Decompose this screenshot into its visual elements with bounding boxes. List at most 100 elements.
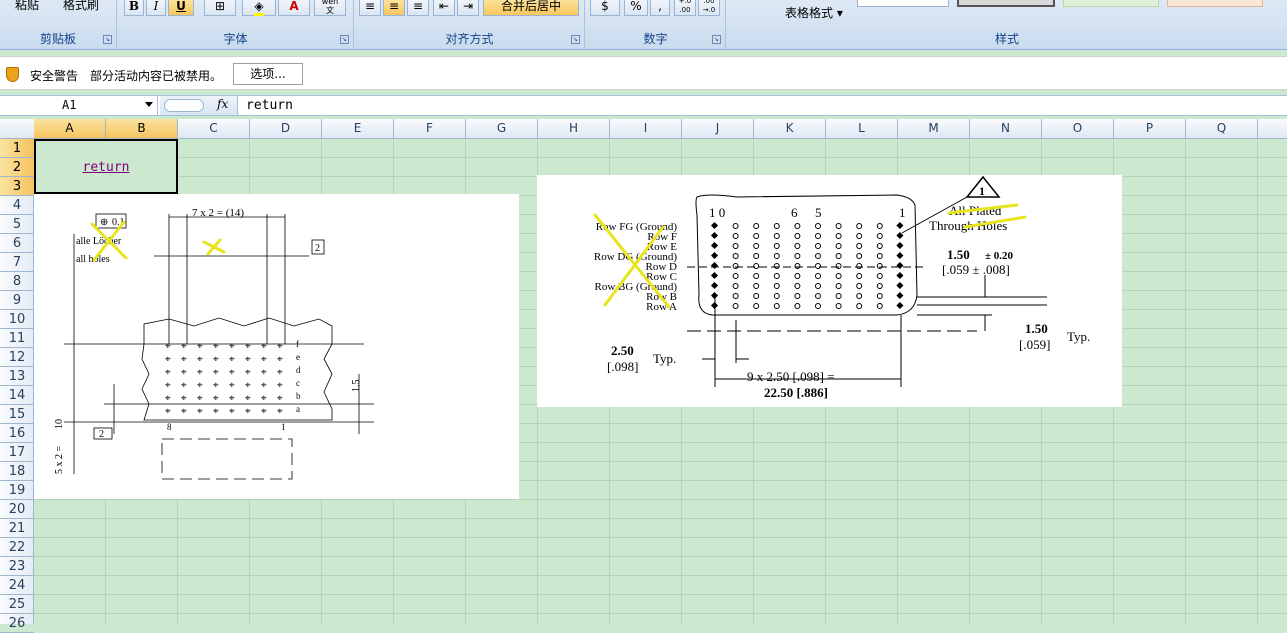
formula-input[interactable]: return	[246, 96, 293, 115]
row-header-10[interactable]: 10	[0, 310, 34, 329]
options-button[interactable]: 选项...	[233, 63, 303, 85]
row-header-14[interactable]: 14	[0, 386, 34, 405]
italic-button[interactable]: I	[146, 0, 166, 16]
column-header-M[interactable]: M	[898, 119, 970, 138]
style-swatch-normal[interactable]	[857, 0, 949, 7]
row-header-2[interactable]: 2	[0, 158, 34, 177]
border-button[interactable]: ⊞	[204, 0, 236, 16]
pin-hole: ⌖	[277, 367, 283, 378]
column-header-Q[interactable]: Q	[1186, 119, 1258, 138]
row-header-13[interactable]: 13	[0, 367, 34, 386]
phonetic-button[interactable]: wén 文	[314, 0, 346, 16]
align-center-icon: ≡	[388, 0, 400, 13]
cell-a1-hyperlink[interactable]: return	[83, 160, 130, 175]
row-header-7[interactable]: 7	[0, 253, 34, 272]
row-header-18[interactable]: 18	[0, 462, 34, 481]
column-header-D[interactable]: D	[250, 119, 322, 138]
column-header-L[interactable]: L	[826, 119, 898, 138]
row-header-9[interactable]: 9	[0, 291, 34, 310]
font-color-button[interactable]: A	[278, 0, 310, 16]
currency-button[interactable]: $	[590, 0, 620, 16]
percent-button[interactable]: %	[624, 0, 648, 16]
row-header-17[interactable]: 17	[0, 443, 34, 462]
row-header-19[interactable]: 19	[0, 481, 34, 500]
alignment-launcher-icon[interactable]: ↘	[571, 35, 580, 44]
dim-2-50-typ: Typ.	[653, 351, 676, 366]
style-swatch-check[interactable]	[957, 0, 1055, 7]
paste-button[interactable]: 粘贴	[8, 0, 46, 16]
merge-center-button[interactable]: 合并后居中	[483, 0, 579, 16]
table-format-button[interactable]: 表格格式 ▾	[785, 4, 843, 21]
top-pitch-dimension: 7 x 2 = (14)	[192, 207, 244, 219]
column-header-O[interactable]: O	[1042, 119, 1114, 138]
column-header-B[interactable]: B	[106, 119, 178, 138]
row-header-15[interactable]: 15	[0, 405, 34, 424]
pin-hole	[856, 273, 863, 279]
pin-hole: ⌖	[197, 367, 203, 378]
pin-hole: ⌖	[229, 367, 235, 378]
format-painter-button[interactable]: 格式刷	[50, 0, 112, 16]
comma-button[interactable]: ,	[650, 0, 670, 16]
row-header-12[interactable]: 12	[0, 348, 34, 367]
row-header-24[interactable]: 24	[0, 576, 34, 595]
row-header-11[interactable]: 11	[0, 329, 34, 348]
column-header-C[interactable]: C	[178, 119, 250, 138]
row-header-25[interactable]: 25	[0, 595, 34, 614]
column-header-N[interactable]: N	[970, 119, 1042, 138]
pin-hole	[773, 293, 780, 299]
style-swatch-good[interactable]	[1063, 0, 1159, 7]
font-launcher-icon[interactable]: ↘	[340, 35, 349, 44]
row-header-23[interactable]: 23	[0, 557, 34, 576]
right-pin-grid	[710, 221, 904, 310]
column-header-F[interactable]: F	[394, 119, 466, 138]
style-swatch-bad[interactable]	[1167, 0, 1263, 7]
decrease-decimal-button[interactable]: .00 →.0	[698, 0, 720, 16]
column-header-G[interactable]: G	[466, 119, 538, 138]
bold-button[interactable]: B	[124, 0, 144, 16]
row-header-20[interactable]: 20	[0, 500, 34, 519]
pin-hole: ⌖	[213, 380, 219, 391]
row-header-8[interactable]: 8	[0, 272, 34, 291]
increase-decimal-button[interactable]: +.0 .00	[674, 0, 696, 16]
column-header-P[interactable]: P	[1114, 119, 1186, 138]
align-center-button[interactable]: ≡	[383, 0, 405, 16]
underline-button[interactable]: U	[168, 0, 194, 16]
decrease-indent-button[interactable]: ⇤	[433, 0, 455, 16]
row-header-5[interactable]: 5	[0, 215, 34, 234]
column-header-H[interactable]: H	[538, 119, 610, 138]
row-header-1[interactable]: 1	[0, 139, 34, 158]
pin-hole	[815, 243, 821, 249]
pin-hole: ⌖	[165, 367, 171, 378]
drawing-connector-footprint[interactable]: ⌖ ⌖ ⌖ ⌖ ⌖ ⌖ ⌖ ⌖ ⌖ ⌖ ⌖ ⌖ ⌖ ⌖ ⌖ ⌖ ⌖ ⌖ ⌖ ⌖ ⌖ ⌖ ⌖ ⌖ ⌖ ⌖ ⌖ ⌖ ⌖ ⌖ ⌖ ⌖ ⌖ ⌖ ⌖ ⌖ ⌖ ⌖ ⌖ ⌖…	[34, 194, 519, 499]
increase-indent-button[interactable]: ⇥	[457, 0, 479, 16]
chevron-down-icon[interactable]	[145, 102, 153, 107]
formula-resize-handle[interactable]	[164, 99, 204, 112]
pin-hole	[710, 251, 719, 260]
row-header-21[interactable]: 21	[0, 519, 34, 538]
column-header-E[interactable]: E	[322, 119, 394, 138]
name-box[interactable]: A1	[0, 96, 158, 115]
number-launcher-icon[interactable]: ↘	[712, 35, 721, 44]
cell-a1[interactable]: return	[34, 139, 178, 194]
fill-color-button[interactable]: ◈	[242, 0, 276, 16]
row-header-3[interactable]: 3	[0, 177, 34, 196]
column-header-A[interactable]: A	[34, 119, 106, 138]
drawing-pinout-footprint[interactable]: 1 1 0651 Row FG (Ground) Row F Row E Row DG…	[537, 175, 1122, 407]
clipboard-launcher-icon[interactable]: ↘	[103, 35, 112, 44]
row-header-16[interactable]: 16	[0, 424, 34, 443]
row-header-6[interactable]: 6	[0, 234, 34, 253]
align-right-button[interactable]: ≡	[407, 0, 429, 16]
indent-icon: ⇥	[462, 0, 474, 13]
pin-hole	[794, 283, 801, 289]
align-left-button[interactable]: ≡	[359, 0, 381, 16]
column-header-I[interactable]: I	[610, 119, 682, 138]
row-header-22[interactable]: 22	[0, 538, 34, 557]
column-header-J[interactable]: J	[682, 119, 754, 138]
row-header-4[interactable]: 4	[0, 196, 34, 215]
pin-hole	[856, 233, 863, 239]
dim-right-1-5: 1.5	[351, 380, 362, 393]
pin-hole: ⌖	[181, 406, 187, 417]
column-header-K[interactable]: K	[754, 119, 826, 138]
dim-typ-1-50-inch: [.059]	[1019, 337, 1050, 352]
insert-function-icon[interactable]: fx	[217, 97, 228, 111]
